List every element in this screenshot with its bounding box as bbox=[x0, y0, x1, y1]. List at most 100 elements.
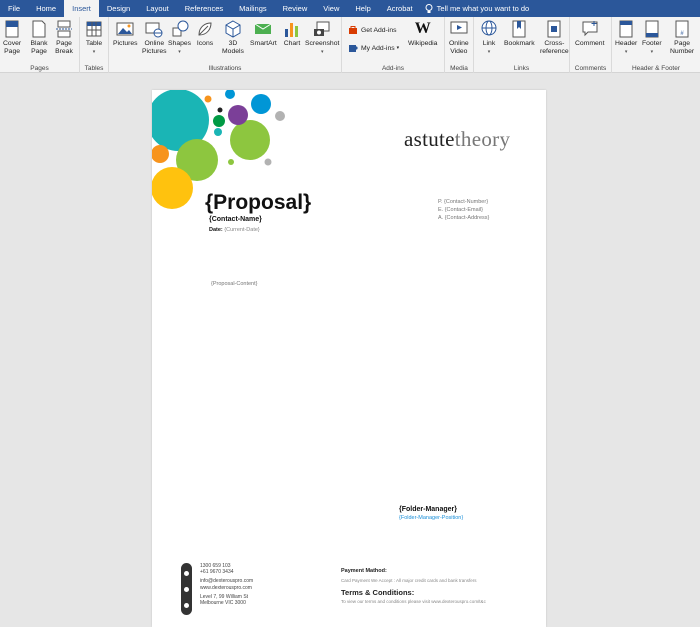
blue-circle bbox=[251, 94, 271, 114]
group-label-pages: Pages bbox=[30, 65, 49, 72]
tab-mailings[interactable]: Mailings bbox=[231, 0, 275, 17]
group-tables: Table ▾ Tables bbox=[80, 17, 109, 73]
group-illustrations: Pictures Online Pictures Shapes ▾ Icons … bbox=[109, 17, 342, 73]
shapes-icon bbox=[172, 20, 189, 37]
tab-view[interactable]: View bbox=[315, 0, 347, 17]
date-label: Date: bbox=[209, 227, 223, 233]
table-button[interactable]: Table ▾ bbox=[85, 20, 103, 56]
my-addins-button[interactable]: My Add-ins ▾ bbox=[348, 43, 399, 53]
gray-dot bbox=[264, 158, 272, 166]
bookmark-button[interactable]: Bookmark bbox=[504, 20, 535, 48]
tab-layout[interactable]: Layout bbox=[138, 0, 177, 17]
my-addins-label: My Add-ins bbox=[361, 44, 395, 52]
wikipedia-button[interactable]: W Wikipedia bbox=[408, 20, 437, 48]
page-number-icon: # bbox=[675, 20, 689, 38]
group-header-footer: Header ▾ Footer ▾ # Page Number Header &… bbox=[612, 17, 700, 73]
proposal-title: {Proposal} bbox=[205, 191, 312, 214]
tab-review[interactable]: Review bbox=[275, 0, 316, 17]
online-video-button[interactable]: Online Video bbox=[449, 20, 469, 56]
group-label-addins: Add-ins bbox=[381, 65, 405, 72]
tab-design[interactable]: Design bbox=[99, 0, 138, 17]
ribbon-tab-bar: File Home Insert Design Layout Reference… bbox=[0, 0, 700, 17]
tell-me-text: Tell me what you want to do bbox=[436, 4, 530, 13]
chart-label: Chart bbox=[283, 40, 301, 47]
folder-manager-position: {Folder-Manager-Position} bbox=[399, 515, 464, 521]
page-break-icon bbox=[56, 20, 72, 38]
group-label-illustrations: Illustrations bbox=[208, 65, 242, 72]
smartart-label: SmartArt bbox=[250, 40, 277, 47]
page-number-label-1: Page bbox=[674, 40, 691, 47]
blank-page-icon bbox=[32, 20, 46, 38]
group-links: Link ▾ Bookmark Cross- reference Links bbox=[474, 17, 570, 73]
3d-models-label-2: Models bbox=[222, 48, 244, 55]
contact-block: P. {Contact-Number} E. {Contact-Email} A… bbox=[438, 198, 489, 222]
chevron-down-icon: ▾ bbox=[178, 49, 181, 55]
page-break-label-2: Break bbox=[55, 48, 73, 55]
get-addins-button[interactable]: Get Add-ins bbox=[348, 25, 397, 35]
lightbulb-icon bbox=[425, 3, 433, 13]
pictures-button[interactable]: Pictures bbox=[113, 20, 138, 48]
chevron-down-icon: ▾ bbox=[396, 45, 400, 51]
online-pictures-label-1: Online bbox=[144, 40, 165, 47]
screenshot-icon bbox=[314, 21, 330, 36]
comment-button[interactable]: Comment bbox=[575, 20, 604, 48]
footer-button[interactable]: Footer ▾ bbox=[642, 20, 662, 56]
pictures-icon bbox=[116, 22, 134, 36]
tab-file[interactable]: File bbox=[0, 0, 28, 17]
page-break-label-1: Page bbox=[56, 40, 72, 47]
document-page[interactable]: astutetheory {Proposal} {Contact-Name} D… bbox=[152, 90, 546, 627]
tab-help[interactable]: Help bbox=[347, 0, 378, 17]
link-button[interactable]: Link ▾ bbox=[480, 20, 498, 56]
logo-light-text: theory bbox=[454, 127, 511, 151]
footer-email: info@dexterouspro.com bbox=[200, 578, 254, 585]
page-break-button[interactable]: Page Break bbox=[55, 20, 73, 56]
header-button[interactable]: Header ▾ bbox=[615, 20, 637, 56]
online-pictures-button[interactable]: Online Pictures bbox=[142, 20, 167, 56]
chevron-down-icon: ▾ bbox=[624, 49, 628, 55]
proposal-content: {Proposal-Content} bbox=[211, 281, 258, 287]
tab-references[interactable]: References bbox=[177, 0, 231, 17]
contact-number: P. {Contact-Number} bbox=[438, 199, 489, 205]
group-addins: Get Add-ins My Add-ins ▾ W Wikipedia Add… bbox=[342, 17, 445, 73]
icons-icon bbox=[198, 22, 212, 36]
puzzle-icon bbox=[349, 45, 358, 52]
teal-dot bbox=[214, 128, 222, 136]
yellow-circle bbox=[152, 167, 193, 209]
tab-acrobat[interactable]: Acrobat bbox=[379, 0, 421, 17]
tell-me-box[interactable]: Tell me what you want to do bbox=[425, 3, 530, 14]
shapes-button[interactable]: Shapes ▾ bbox=[168, 20, 191, 56]
screenshot-button[interactable]: Screenshot ▾ bbox=[305, 20, 339, 56]
footer-contact: 1300 659 103 +61 9670 3434 info@dexterou… bbox=[200, 563, 253, 606]
footer-address-2: Melbourne VIC 3000 bbox=[200, 600, 246, 607]
chevron-down-icon: ▾ bbox=[92, 49, 96, 55]
tab-insert[interactable]: Insert bbox=[64, 0, 99, 17]
smartart-icon bbox=[255, 23, 272, 34]
chevron-down-icon: ▾ bbox=[650, 49, 654, 55]
bookmark-label: Bookmark bbox=[504, 40, 535, 47]
footer-icon bbox=[645, 20, 659, 38]
group-label-links: Links bbox=[513, 65, 530, 72]
cross-reference-button[interactable]: Cross- reference bbox=[540, 20, 569, 56]
comment-icon bbox=[582, 21, 598, 37]
pictures-label: Pictures bbox=[113, 40, 138, 47]
table-label: Table bbox=[85, 40, 103, 47]
logo-dark-text: astute bbox=[404, 127, 455, 151]
blank-page-label-2: Page bbox=[31, 48, 47, 55]
contact-email: E. {Contact-Email} bbox=[438, 207, 483, 213]
cover-page-button[interactable]: Cover Page bbox=[3, 20, 21, 56]
3d-models-button[interactable]: 3D Models bbox=[222, 20, 244, 56]
email-icon bbox=[184, 586, 189, 592]
header-label: Header bbox=[615, 40, 638, 47]
page-number-button[interactable]: # Page Number bbox=[670, 20, 694, 56]
tab-home[interactable]: Home bbox=[28, 0, 64, 17]
purple-circle bbox=[228, 105, 248, 125]
blank-page-button[interactable]: Blank Page bbox=[30, 20, 48, 56]
footer-website: www.dexterouspro.com bbox=[200, 584, 252, 591]
screenshot-label: Screenshot bbox=[305, 40, 340, 47]
icons-button[interactable]: Icons bbox=[196, 20, 214, 48]
chart-button[interactable]: Chart bbox=[283, 20, 301, 48]
group-label-header-footer: Header & Footer bbox=[631, 65, 681, 72]
smartart-button[interactable]: SmartArt bbox=[250, 20, 277, 48]
green-dot bbox=[228, 159, 234, 165]
footer-label: Footer bbox=[642, 40, 662, 47]
